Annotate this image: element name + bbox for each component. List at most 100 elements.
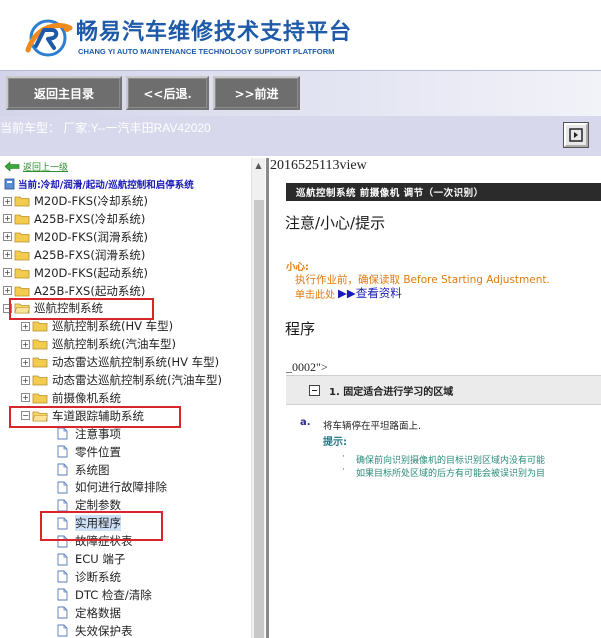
tree-item-label: A25B-FXS(润滑系统) (34, 247, 146, 262)
section-collapse-icon[interactable] (309, 384, 320, 396)
document-icon (57, 427, 68, 440)
tree-document-item[interactable]: 如何进行故障排除 (39, 478, 167, 496)
tree-item-label: A25B-FXS(冷却系统) (34, 211, 146, 226)
document-icon (57, 481, 68, 494)
tree-item-label: ECU 端子 (75, 552, 126, 566)
folder-icon (32, 321, 48, 332)
tree-item-label: 系统图 (75, 462, 110, 477)
tree-document-item[interactable]: 注意事项 (39, 425, 121, 443)
folder-icon (14, 214, 30, 225)
expand-toggle-icon[interactable]: + (21, 375, 30, 385)
tree-item-label: 如何进行故障排除 (75, 480, 167, 495)
expand-toggle-icon[interactable]: + (21, 339, 30, 349)
tree-document-item[interactable]: 系统图 (39, 461, 110, 479)
expand-toggle-icon[interactable]: + (3, 250, 12, 260)
main-menu-button[interactable]: 返回主目录 (6, 76, 122, 110)
see-info-link[interactable]: ▶▶查看资料 (338, 285, 402, 301)
document-icon (57, 553, 68, 565)
collapse-panel-icon (569, 128, 583, 142)
toolbar: 返回主目录 <<后退. >>前进 (0, 70, 601, 116)
tree-item-label: 实用程序 (75, 515, 121, 532)
expand-toggle-icon[interactable]: + (3, 232, 12, 242)
tree-document-item[interactable]: 诊断系统 (39, 568, 121, 586)
tree-item-label: 车道跟踪辅助系统 (52, 408, 144, 423)
document-icon (57, 535, 68, 548)
tree-item-label: M20D-FKS(冷却系统) (34, 194, 148, 208)
see-info-prefix: 单击此处 (295, 289, 335, 301)
tree-item-label: 巡航控制系统 (34, 301, 103, 316)
tree-item-label: A25B-FXS(起动系统) (34, 283, 146, 298)
tree-document-item[interactable]: DTC 检查/清除 (39, 586, 152, 604)
tree-document-item[interactable]: ECU 端子 (39, 550, 125, 568)
back-link[interactable]: 返回上一级 (4, 160, 68, 173)
tree-document-item[interactable]: 定制参数 (39, 496, 121, 514)
tree-folder-item[interactable]: − 车道跟踪辅助系统 (21, 407, 144, 425)
hint-line: 如果目标所处区域的后方有可能会被误识别为目 (356, 469, 546, 479)
tree-folder-item[interactable]: + M20D-FKS(起动系统) (3, 264, 148, 282)
collapse-toggle-icon[interactable]: − (21, 411, 30, 421)
folder-icon (32, 393, 48, 404)
expand-toggle-icon[interactable]: + (3, 268, 12, 278)
folder-icon (32, 339, 48, 350)
forward-button[interactable]: >>前进 (213, 76, 300, 110)
hint-bullet: · (342, 452, 345, 462)
back-link-label: 返回上一级 (23, 163, 69, 173)
document-icon (57, 445, 68, 458)
document-icon (57, 606, 68, 619)
tree-folder-item[interactable]: + M20D-FKS(冷却系统) (3, 192, 148, 210)
tree-folder-item[interactable]: + A25B-FXS(润滑系统) (3, 246, 145, 264)
tree-folder-item[interactable]: + 动态雷达巡航控制系统(汽油车型) (21, 371, 222, 389)
tree-item-label: 失效保护表 (75, 623, 133, 638)
tree-folder-item[interactable]: − 巡航控制系统 (3, 299, 103, 317)
folder-icon (14, 250, 30, 261)
tree-item-label: M20D-FKS(起动系统) (34, 265, 148, 280)
collapse-toggle-icon[interactable]: − (3, 303, 12, 313)
expand-toggle-icon[interactable]: + (3, 214, 12, 224)
platform-subtitle: CHANG YI AUTO MAINTENANCE TECHNOLOGY SUP… (78, 47, 335, 56)
section-header[interactable]: 1. 固定适合进行学习的区域 (286, 375, 601, 405)
notice-heading: 注意/小心/提示 (285, 214, 386, 232)
document-icon (57, 517, 68, 530)
tree-document-item[interactable]: 实用程序 (39, 514, 121, 532)
folder-icon (14, 196, 30, 207)
tree-folder-item[interactable]: + 巡航控制系统(HV 车型) (21, 317, 173, 335)
tree-item-label: 定格数据 (75, 605, 121, 620)
document-icon (57, 624, 68, 637)
page: 畅易汽车维修技术支持平台 CHANG YI AUTO MAINTENANCE T… (0, 0, 601, 638)
document-icon (57, 463, 68, 476)
document-icon (57, 499, 68, 512)
tree-document-item[interactable]: 失效保护表 (39, 622, 133, 638)
breadcrumb: 当前:冷却/润滑/起动/巡航控制和启停系统 (4, 177, 194, 191)
tree-document-item[interactable]: 定格数据 (39, 604, 121, 622)
scroll-up-icon[interactable]: ▲ (252, 158, 265, 172)
caution-label: 小心: (286, 262, 309, 273)
tree-folder-item[interactable]: + M20D-FKS(润滑系统) (3, 228, 148, 246)
expand-toggle-icon[interactable]: + (21, 357, 30, 367)
tree-document-item[interactable]: 零件位置 (39, 443, 121, 461)
tree-folder-item[interactable]: + A25B-FXS(起动系统) (3, 282, 145, 300)
expand-toggle-icon[interactable]: + (3, 286, 12, 295)
folder-icon (32, 375, 48, 386)
header: 畅易汽车维修技术支持平台 CHANG YI AUTO MAINTENANCE T… (0, 0, 601, 70)
tree-folder-item[interactable]: + 前摄像机系统 (21, 389, 121, 407)
tree-folder-item[interactable]: + A25B-FXS(冷却系统) (3, 210, 145, 228)
collapse-panel-button[interactable] (564, 123, 588, 147)
tree-item-label: 故障症状表 (75, 534, 133, 549)
see-info-line: 单击此处 ▶▶查看资料 (295, 285, 402, 301)
tree-item-label: 巡航控制系统(汽油车型) (52, 337, 176, 352)
tree-folder-item[interactable]: + 巡航控制系统(汽油车型) (21, 335, 176, 353)
nav-scrollbar[interactable]: ▲ (251, 158, 265, 638)
back-button[interactable]: <<后退. (126, 76, 209, 110)
tree-item-label: 注意事项 (75, 426, 121, 441)
expand-toggle-icon[interactable]: + (3, 196, 12, 206)
tree-document-item[interactable]: 故障症状表 (39, 532, 133, 550)
folder-open-icon (32, 411, 48, 422)
tree-folder-item[interactable]: + 动态雷达巡航控制系统(HV 车型) (21, 353, 219, 371)
expand-toggle-icon[interactable]: + (21, 321, 30, 331)
expand-toggle-icon[interactable]: + (21, 393, 30, 403)
platform-title: 畅易汽车维修技术支持平台 (76, 20, 353, 45)
scroll-thumb[interactable] (254, 200, 264, 638)
folder-icon (32, 357, 48, 368)
section-title: 1. 固定适合进行学习的区域 (329, 386, 454, 398)
folder-icon (14, 286, 30, 296)
